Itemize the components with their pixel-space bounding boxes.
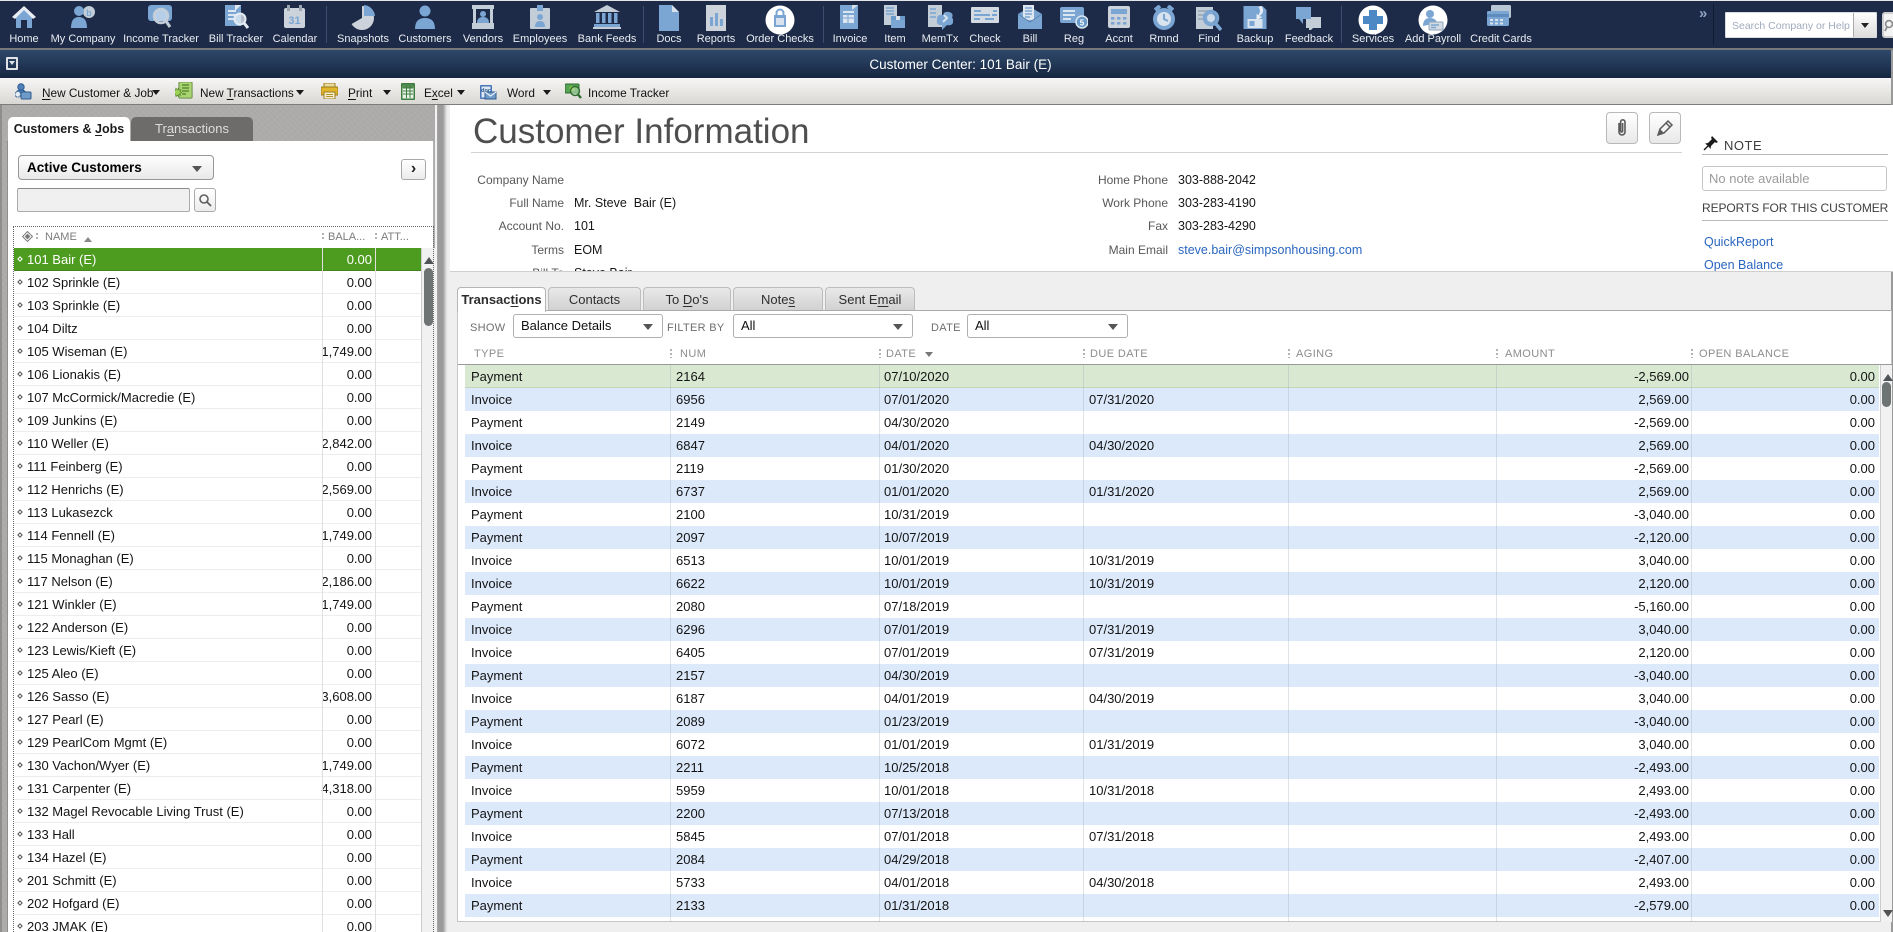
svg-text:31: 31 — [288, 15, 300, 27]
svg-text:b: b — [86, 8, 92, 18]
